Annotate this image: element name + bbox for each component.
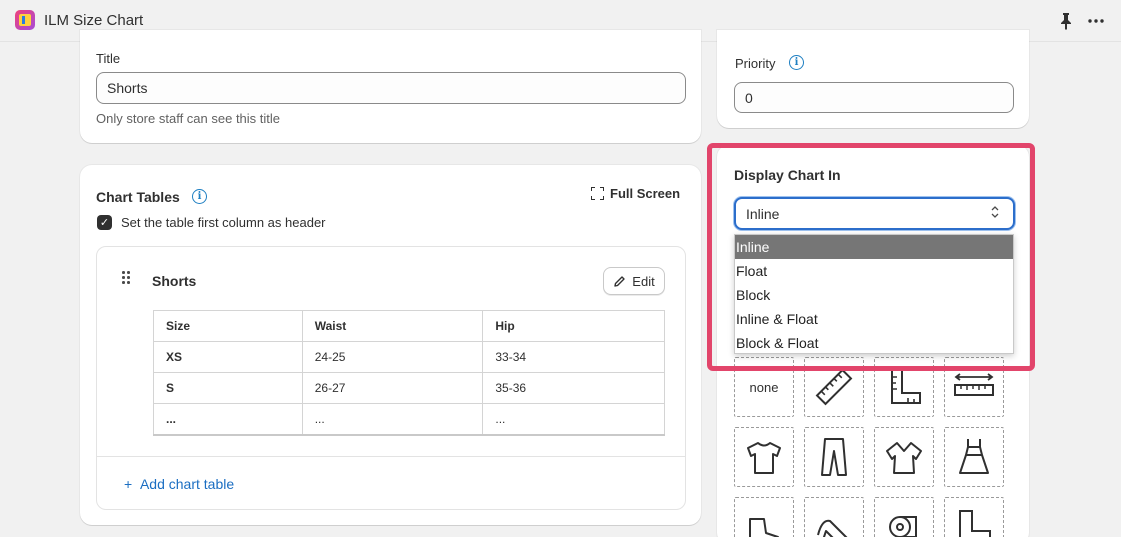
boot-icon bbox=[749, 518, 779, 537]
high-heel-icon bbox=[817, 519, 848, 537]
icon-option-foot[interactable] bbox=[944, 497, 1004, 537]
icon-option-tshirt[interactable] bbox=[734, 427, 794, 487]
priority-card bbox=[717, 30, 1029, 128]
more-options-icon[interactable] bbox=[1086, 12, 1106, 30]
icon-option-tape[interactable] bbox=[874, 497, 934, 537]
title-input-value: Shorts bbox=[107, 80, 148, 96]
icon-option-boot[interactable] bbox=[734, 497, 794, 537]
table-cell: 26-27 bbox=[301, 372, 484, 404]
chart-tables-info-icon[interactable]: i bbox=[192, 189, 207, 204]
table-cell: ... bbox=[153, 403, 303, 436]
pencil-icon bbox=[614, 275, 625, 287]
chart-table-name: Shorts bbox=[152, 273, 197, 289]
ruler-icon bbox=[815, 368, 853, 406]
fullscreen-icon bbox=[591, 187, 604, 200]
edit-button[interactable]: Edit bbox=[603, 267, 665, 295]
pin-icon[interactable] bbox=[1058, 12, 1074, 30]
chart-tables-heading: Chart Tables bbox=[96, 189, 180, 205]
table-row: S 26-27 35-36 bbox=[153, 372, 665, 404]
drag-handle-icon[interactable] bbox=[122, 271, 132, 285]
table-cell: XS bbox=[153, 341, 303, 373]
priority-input-value: 0 bbox=[745, 89, 753, 106]
dress-icon bbox=[959, 439, 989, 474]
app-logo-icon bbox=[15, 10, 35, 30]
measure-icon bbox=[954, 373, 994, 396]
title-help-text: Only store staff can see this title bbox=[96, 111, 281, 126]
title-label: Title bbox=[96, 51, 121, 66]
priority-input[interactable]: 0 bbox=[734, 82, 1014, 113]
table-cell: ... bbox=[482, 403, 665, 436]
foot-measure-icon bbox=[959, 510, 991, 537]
first-column-header-label: Set the table first column as header bbox=[121, 215, 326, 230]
l-ruler-icon bbox=[891, 368, 921, 404]
app-title: ILM Size Chart bbox=[44, 12, 144, 29]
icon-option-heel[interactable] bbox=[804, 497, 864, 537]
icon-option-pants[interactable] bbox=[804, 427, 864, 487]
table-cell: 35-36 bbox=[482, 372, 665, 404]
table-row: ... ... ... bbox=[153, 403, 665, 436]
checkmark-icon: ✓ bbox=[99, 217, 110, 229]
title-input[interactable]: Shorts bbox=[96, 72, 686, 104]
full-screen-label: Full Screen bbox=[610, 186, 681, 201]
highlight-outline bbox=[707, 143, 1035, 371]
edit-label: Edit bbox=[632, 273, 655, 289]
blouse-icon bbox=[886, 442, 922, 474]
priority-label: Priority bbox=[735, 56, 776, 71]
size-table: Size Waist Hip XS 24-25 33-34 S 26-27 35… bbox=[153, 310, 665, 436]
full-screen-button[interactable]: Full Screen bbox=[591, 186, 680, 201]
table-header-cell: Hip bbox=[482, 310, 665, 342]
table-header-cell: Size bbox=[153, 310, 303, 342]
first-column-header-checkbox[interactable]: ✓ bbox=[97, 215, 112, 230]
plus-icon: + bbox=[124, 476, 133, 492]
table-cell: 24-25 bbox=[301, 341, 484, 373]
table-cell: ... bbox=[301, 403, 484, 436]
table-header-cell: Waist bbox=[301, 310, 484, 342]
pants-icon bbox=[821, 438, 847, 476]
table-cell: 33-34 bbox=[482, 341, 665, 373]
table-row: XS 24-25 33-34 bbox=[153, 341, 665, 373]
tape-measure-icon bbox=[889, 516, 917, 537]
add-chart-table-link[interactable]: + Add chart table bbox=[124, 476, 234, 492]
priority-info-icon[interactable]: i bbox=[789, 55, 804, 70]
tshirt-icon bbox=[747, 442, 781, 474]
table-header-row: Size Waist Hip bbox=[153, 310, 665, 342]
table-cell: S bbox=[153, 372, 303, 404]
icon-option-blouse[interactable] bbox=[874, 427, 934, 487]
icon-option-dress[interactable] bbox=[944, 427, 1004, 487]
divider bbox=[96, 456, 686, 457]
icon-none-label: none bbox=[749, 379, 779, 395]
add-chart-table-label: Add chart table bbox=[139, 476, 235, 492]
